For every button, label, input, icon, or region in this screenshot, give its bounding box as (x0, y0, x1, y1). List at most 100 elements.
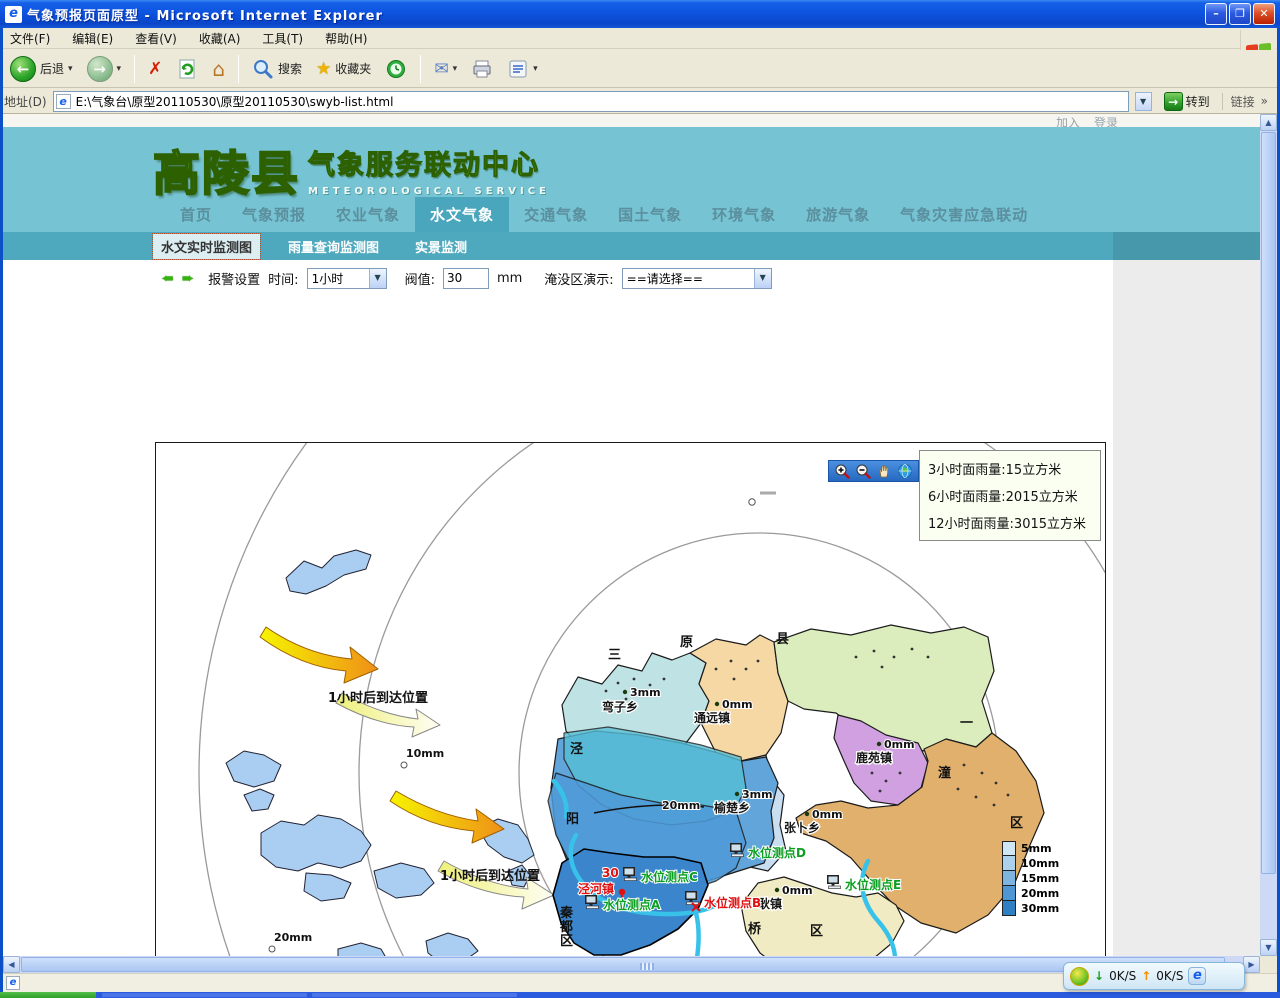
nav-weather-forecast[interactable]: 气象预报 (227, 197, 321, 232)
map-label-qiao: 桥 (748, 921, 762, 937)
edit-dropdown-icon[interactable]: ▾ (533, 64, 538, 74)
menu-file[interactable]: 文件(F) (10, 30, 50, 47)
maximize-button[interactable]: ❐ (1229, 3, 1251, 25)
menu-help[interactable]: 帮助(H) (325, 30, 367, 47)
nav-land[interactable]: 国土气象 (603, 197, 697, 232)
scroll-left-button[interactable]: ◀ (3, 956, 20, 973)
zoom-in-icon[interactable] (834, 463, 850, 479)
search-button[interactable]: 搜索 (248, 56, 306, 82)
scroll-grip (640, 963, 654, 970)
legend-item: 30mm (1002, 901, 1059, 916)
window-border (0, 28, 3, 992)
name-luyuanzhen: 鹿苑镇 (856, 750, 892, 765)
print-button[interactable] (467, 56, 497, 82)
menu-bar: 文件(F) 编辑(E) 查看(V) 收藏(A) 工具(T) 帮助(H) (0, 28, 1280, 49)
nav-environment[interactable]: 环境气象 (697, 197, 791, 232)
stop-icon: ✗ (148, 59, 162, 79)
mail-button[interactable]: ✉ ▾ (430, 57, 461, 81)
page-icon: e (56, 94, 71, 109)
map-label-yi: 一 (960, 716, 973, 731)
edit-button[interactable]: ▾ (503, 56, 542, 82)
forward-button[interactable]: → ▾ (83, 54, 126, 84)
taskbar-item[interactable] (102, 993, 307, 997)
mail-dropdown-icon[interactable]: ▾ (453, 64, 458, 74)
map-label-qindu-3: 区 (560, 934, 573, 949)
home-button[interactable]: ⌂ (208, 57, 229, 81)
flood-demo-select[interactable]: ==请选择== ▼ (622, 268, 772, 289)
station-E[interactable]: 水位测点E (827, 875, 901, 892)
map-label-yang: 阳 (566, 812, 579, 827)
tab-hydrology-realtime[interactable]: 水文实时监测图 (153, 234, 260, 259)
address-label: 地址(D) (4, 93, 47, 110)
time-select-arrow-icon[interactable]: ▼ (369, 269, 386, 288)
legend-swatch (1002, 841, 1016, 856)
tab-live-monitor[interactable]: 实景监测 (407, 234, 475, 259)
alert-drop-icon (619, 889, 625, 895)
globe-icon[interactable] (897, 463, 913, 479)
main-nav: 首页 气象预报 农业气象 水文气象 交通气象 国土气象 环境气象 旅游气象 气象… (3, 197, 1260, 232)
history-clock-icon (385, 58, 407, 80)
map-label-yuan: 原 (680, 635, 693, 650)
taskbar-item[interactable] (312, 993, 517, 997)
scroll-down-button[interactable]: ▼ (1260, 939, 1277, 956)
home-icon: ⌂ (212, 59, 225, 79)
vertical-scroll-thumb[interactable] (1261, 132, 1276, 874)
search-icon (252, 58, 274, 80)
menu-edit[interactable]: 编辑(E) (72, 30, 113, 47)
map-label-xian: 县 (776, 632, 789, 647)
pan-hand-icon[interactable] (876, 463, 892, 479)
nav-traffic[interactable]: 交通气象 (509, 197, 603, 232)
prev-arrow-icon[interactable]: ➨ (161, 269, 174, 287)
back-button[interactable]: ← 后退 ▾ (6, 54, 77, 84)
site-logo: 高陵县 气象服务联动中心 METEOROLOGICAL SERVICE (153, 135, 550, 204)
links-button[interactable]: 链接 » (1222, 93, 1276, 110)
time-select[interactable]: 1小时 ▼ (307, 268, 387, 289)
favorites-button[interactable]: ★ 收藏夹 (312, 57, 375, 81)
history-button[interactable] (381, 56, 411, 82)
contour-label: 20mm (662, 799, 700, 812)
address-input[interactable]: e E:\气象台\原型20110530\原型20110530\swyb-list… (53, 91, 1129, 112)
browser-viewport: 加入 登录 高陵县 气象服务联动中心 METEOROLOGICAL SERVIC… (3, 114, 1260, 956)
refresh-button[interactable] (172, 56, 202, 82)
rain-luyuanzhen: 0mm (884, 738, 915, 751)
ie-shortcut-icon[interactable]: e (1188, 967, 1206, 985)
unit-label: mm (497, 271, 522, 286)
nav-tourism[interactable]: 旅游气象 (791, 197, 885, 232)
windows-taskbar[interactable] (0, 992, 1280, 998)
titlebar[interactable]: e 气象预报页面原型 - Microsoft Internet Explorer… (0, 0, 1280, 28)
scroll-up-button[interactable]: ▲ (1260, 114, 1277, 131)
tab-rainfall-query[interactable]: 雨量查询监测图 (280, 234, 387, 259)
horizontal-scroll-thumb[interactable] (21, 957, 1225, 972)
scroll-right-button[interactable]: ▶ (1243, 956, 1260, 973)
nav-home[interactable]: 首页 (165, 197, 227, 232)
page-content: ➨ ➨ 报警设置 时间: 1小时 ▼ 阀值: mm 淹没区演示: ==请选择==… (3, 260, 1113, 956)
rain-gengzhen: 0mm (782, 884, 813, 897)
standard-toolbar: ← 后退 ▾ → ▾ ✗ ⌂ 搜索 (0, 50, 1280, 88)
nav-hydrology[interactable]: 水文气象 (415, 197, 509, 232)
nav-agriculture[interactable]: 农业气象 (321, 197, 415, 232)
menu-view[interactable]: 查看(V) (135, 30, 177, 47)
forward-dropdown-icon[interactable]: ▾ (117, 64, 122, 74)
net-speed-widget[interactable]: ↓ 0K/S ↑ 0K/S e (1063, 962, 1245, 990)
threshold-input[interactable] (443, 268, 489, 289)
back-icon: ← (10, 56, 36, 82)
back-dropdown-icon[interactable]: ▾ (68, 64, 73, 74)
start-button[interactable] (0, 992, 96, 998)
zoom-out-icon[interactable] (855, 463, 871, 479)
monitor-icon (685, 891, 699, 905)
flood-select-arrow-icon[interactable]: ▼ (754, 269, 771, 288)
logo-title-text: 气象服务联动中心 (308, 143, 550, 182)
minimize-button[interactable]: – (1205, 3, 1227, 25)
menu-favorites[interactable]: 收藏(A) (199, 30, 241, 47)
nav-disaster-emergency[interactable]: 气象灾害应急联动 (885, 197, 1043, 232)
logo-subtitle-text: METEOROLOGICAL SERVICE (308, 186, 550, 197)
address-dropdown-icon[interactable]: ▼ (1135, 92, 1152, 111)
next-arrow-icon[interactable]: ➨ (182, 269, 195, 287)
menu-tools[interactable]: 工具(T) (262, 30, 303, 47)
rain-6h: 6小时面雨量:2015立方米 (920, 482, 1100, 509)
hydrology-map[interactable]: 3小时面雨量:15立方米 6小时面雨量:2015立方米 12小时面雨量:3015… (155, 442, 1106, 956)
stop-button[interactable]: ✗ (144, 57, 166, 81)
close-button[interactable]: ✕ (1253, 3, 1275, 25)
go-button[interactable]: → 转到 (1158, 91, 1216, 112)
vertical-scrollbar[interactable]: ▲ ▼ (1260, 114, 1277, 956)
